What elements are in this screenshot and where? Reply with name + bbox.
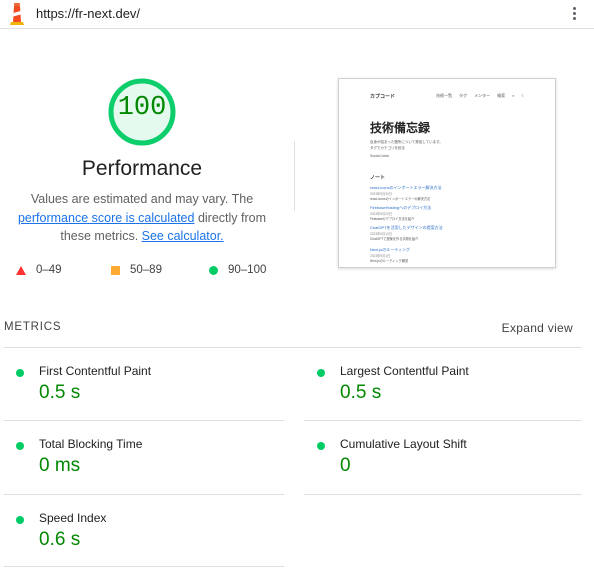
performance-score: 100 bbox=[117, 93, 167, 123]
divider bbox=[294, 141, 295, 211]
metric-name: Cumulative Layout Shift bbox=[340, 437, 467, 451]
metric-value: 0.5 s bbox=[340, 382, 382, 403]
thumbnail-nav: カブコード 技術一覧 タグ メンター 検索 ⌕ ☾ bbox=[339, 79, 555, 107]
legend-item-fail: 0–49 bbox=[16, 263, 62, 277]
gauge-title: Performance bbox=[81, 157, 203, 180]
thumbnail-nav-link: タグ bbox=[459, 93, 468, 98]
metrics-heading: METRICS bbox=[4, 321, 62, 333]
divider bbox=[4, 494, 284, 495]
pass-status-icon bbox=[16, 442, 24, 450]
thumbnail-site-name: カブコード bbox=[370, 94, 396, 100]
pass-status-icon bbox=[16, 369, 24, 377]
thumbnail-section-title: ノート bbox=[370, 175, 386, 181]
thumbnail-item-desc: react-iconsのインポートエラーの解決方法 bbox=[370, 197, 431, 201]
thumbnail-heading: 技術備忘録 bbox=[370, 121, 431, 135]
metric-value: 0 bbox=[340, 455, 351, 476]
page-screenshot-thumbnail[interactable]: カブコード 技術一覧 タグ メンター 検索 ⌕ ☾ 技術備忘録 自身が詰まった箇… bbox=[338, 78, 556, 268]
thumbnail-nav-links: 技術一覧 タグ メンター 検索 ⌕ ☾ bbox=[436, 93, 525, 99]
performance-score-link[interactable]: performance score is calculated bbox=[18, 211, 194, 225]
thumbnail-nav-link: 技術一覧 bbox=[436, 93, 453, 98]
divider bbox=[304, 420, 582, 421]
metric-name: Speed Index bbox=[39, 511, 107, 525]
thumbnail-intro: 自身が詰まった箇所について発信しています。 bbox=[370, 140, 443, 144]
divider bbox=[4, 347, 582, 348]
pass-status-icon bbox=[317, 442, 325, 450]
red-triangle-icon bbox=[16, 265, 26, 275]
thumbnail-nav-link: メンター bbox=[474, 93, 491, 98]
metric-value: 0 ms bbox=[39, 455, 81, 476]
more-vert-icon[interactable] bbox=[568, 5, 580, 23]
metric-name: First Contentful Paint bbox=[39, 364, 152, 378]
moon-icon: ☾ bbox=[521, 93, 525, 98]
thumbnail-social: Social Links: bbox=[370, 154, 390, 158]
pass-status-icon bbox=[317, 369, 325, 377]
metric-name: Largest Contentful Paint bbox=[340, 364, 469, 378]
divider bbox=[4, 566, 284, 567]
legend-label: 90–100 bbox=[228, 264, 267, 276]
metric-largest-contentful-paint: Largest Contentful Paint 0.5 s bbox=[317, 364, 587, 424]
url-bar: https://fr-next.dev/ bbox=[0, 0, 594, 29]
green-circle-icon bbox=[209, 265, 218, 275]
orange-square-icon bbox=[111, 265, 120, 275]
thumbnail-item-desc: Next.jsのルーティング解説 bbox=[370, 259, 409, 263]
expand-view-toggle[interactable]: Expand view bbox=[502, 321, 573, 335]
metric-first-contentful-paint: First Contentful Paint 0.5 s bbox=[16, 364, 286, 424]
thumbnail-intro: タグでカテゴリを絞る bbox=[370, 146, 405, 150]
legend-label: 0–49 bbox=[36, 264, 62, 276]
lighthouse-icon bbox=[10, 3, 24, 25]
divider bbox=[304, 494, 582, 495]
thumbnail-nav-link: 検索 bbox=[497, 93, 506, 98]
divider bbox=[4, 420, 284, 421]
metric-name: Total Blocking Time bbox=[39, 437, 143, 451]
metric-value: 0.6 s bbox=[39, 529, 81, 550]
thumbnail-item-desc: ChatGPTで提案を作る手順を紹介 bbox=[370, 237, 419, 241]
summary-text-1: Values are estimated and may vary. The bbox=[30, 192, 254, 206]
metric-speed-index: Speed Index 0.6 s bbox=[16, 511, 286, 569]
metric-cumulative-layout-shift: Cumulative Layout Shift 0 bbox=[317, 437, 587, 497]
pass-status-icon bbox=[16, 516, 24, 524]
search-icon: ⌕ bbox=[512, 93, 515, 98]
score-description: Values are estimated and may vary. The p… bbox=[4, 190, 280, 246]
metric-value: 0.5 s bbox=[39, 382, 81, 403]
legend-item-pass: 90–100 bbox=[209, 263, 266, 277]
thumbnail-item-desc: Firebaseのデプロイ方法を紹介 bbox=[370, 217, 415, 221]
see-calculator-link[interactable]: See calculator. bbox=[142, 229, 224, 243]
page-url: https://fr-next.dev/ bbox=[36, 6, 141, 21]
legend-item-average: 50–89 bbox=[111, 263, 162, 277]
metric-total-blocking-time: Total Blocking Time 0 ms bbox=[16, 437, 286, 497]
legend-label: 50–89 bbox=[130, 264, 162, 276]
